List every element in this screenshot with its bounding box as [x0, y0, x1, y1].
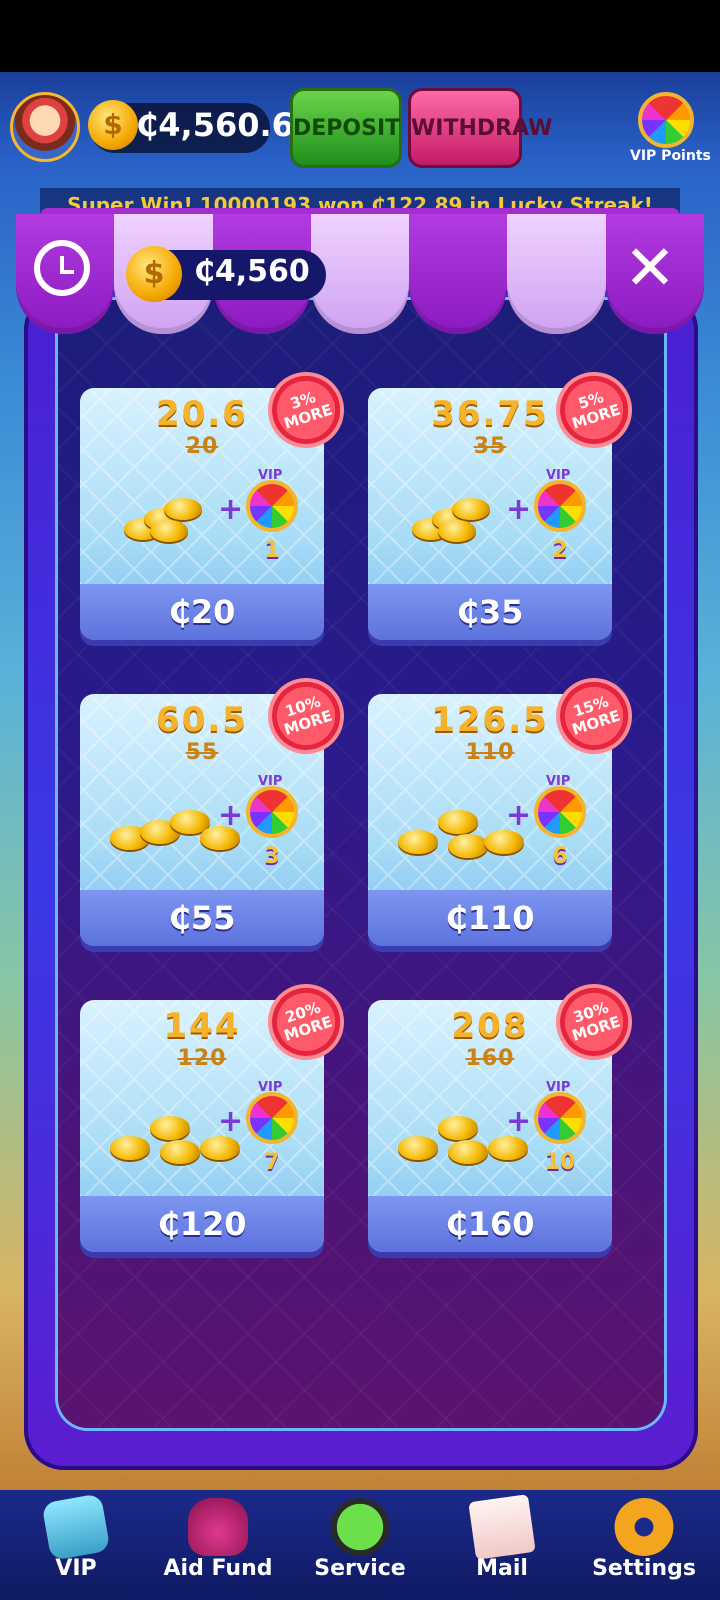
plus-sign: +: [506, 492, 532, 527]
coin-icon: [448, 834, 488, 858]
nav-item-aid-fund[interactable]: Aid Fund: [146, 1490, 290, 1600]
vip-points-label: VIP Points: [630, 148, 711, 164]
plus-sign: +: [506, 1104, 532, 1139]
history-icon[interactable]: [34, 240, 90, 296]
nav-item-settings[interactable]: Settings: [572, 1490, 716, 1600]
coin-icon: [448, 1140, 488, 1164]
vip-icon: [41, 1493, 111, 1561]
coin-icon: [488, 1136, 528, 1160]
coin-icon: [150, 1116, 190, 1140]
close-icon[interactable]: ✕: [620, 237, 680, 300]
vip-wheel-icon: [246, 1092, 298, 1144]
top-balance: ₵4,560.6: [136, 106, 294, 144]
coin-icon: $: [126, 246, 182, 302]
gear-icon: [614, 1498, 674, 1556]
top-bar: $ ₵4,560.6 DEPOSIT WITHDRAW VIP Points: [0, 78, 720, 188]
nav-label: VIP: [55, 1556, 97, 1581]
vip-wheel-icon: [534, 480, 586, 532]
coin-icon: [160, 1140, 200, 1164]
moneybag-icon: [188, 1498, 248, 1556]
vip-spin-count: 2: [552, 538, 568, 563]
coin-icon: [110, 1136, 150, 1160]
coin-pile: [110, 484, 230, 558]
mail-icon: [468, 1494, 536, 1560]
nav-label: Settings: [592, 1556, 696, 1581]
price-button[interactable]: ₵160: [368, 1196, 612, 1252]
coin-icon: [438, 1116, 478, 1140]
vip-spin-count: 7: [264, 1150, 280, 1175]
plus-sign: +: [218, 1104, 244, 1139]
vip-wheel-icon: [246, 480, 298, 532]
vip-wheel-icon: [246, 786, 298, 838]
vip-spin-count: 6: [552, 844, 568, 869]
plus-sign: +: [218, 798, 244, 833]
coin-icon: [200, 1136, 240, 1160]
status-bar: [0, 0, 720, 72]
price-button[interactable]: ₵110: [368, 890, 612, 946]
price-button[interactable]: ₵35: [368, 584, 612, 640]
vip-spin-count: 3: [264, 844, 280, 869]
plus-sign: +: [506, 798, 532, 833]
awning-stripe: [409, 214, 508, 334]
panel-balance: ₵4,560: [194, 254, 310, 289]
shop-awning: [16, 214, 704, 334]
withdraw-button[interactable]: WITHDRAW: [408, 88, 552, 168]
vip-spin-count: 10: [544, 1150, 576, 1175]
coin-icon: [150, 520, 188, 542]
nav-label: Mail: [476, 1556, 528, 1581]
nav-label: Aid Fund: [163, 1556, 273, 1581]
nav-item-mail[interactable]: Mail: [430, 1490, 574, 1600]
coin-pile: [398, 1096, 528, 1170]
coin-icon: [398, 1136, 438, 1160]
nav-item-service[interactable]: Service: [288, 1490, 432, 1600]
coin-icon: [452, 498, 490, 520]
coin-pile: [398, 790, 524, 864]
avatar[interactable]: [10, 92, 80, 162]
awning-stripe: [507, 214, 606, 334]
coin-icon: [164, 498, 202, 520]
nav-label: Service: [314, 1556, 406, 1581]
plus-sign: +: [218, 492, 244, 527]
deposit-button[interactable]: DEPOSIT: [290, 88, 402, 168]
bottom-nav: VIP Aid Fund Service Mail Settings: [0, 1490, 720, 1600]
vip-wheel-icon: [534, 786, 586, 838]
coin-icon: [438, 520, 476, 542]
price-button[interactable]: ₵20: [80, 584, 324, 640]
price-button[interactable]: ₵120: [80, 1196, 324, 1252]
coin-pile: [110, 790, 240, 864]
coin-icon: $: [88, 100, 138, 150]
coin-icon: [438, 810, 478, 834]
price-button[interactable]: ₵55: [80, 890, 324, 946]
vip-wheel-icon: [534, 1092, 586, 1144]
vip-wheel-icon[interactable]: [638, 92, 694, 148]
headset-icon: [330, 1498, 390, 1556]
coin-icon: [398, 830, 438, 854]
coin-pile: [398, 484, 518, 558]
coin-icon: [484, 830, 524, 854]
nav-item-vip[interactable]: VIP: [4, 1490, 148, 1600]
vip-spin-count: 1: [264, 538, 280, 563]
coin-pile: [110, 1096, 240, 1170]
